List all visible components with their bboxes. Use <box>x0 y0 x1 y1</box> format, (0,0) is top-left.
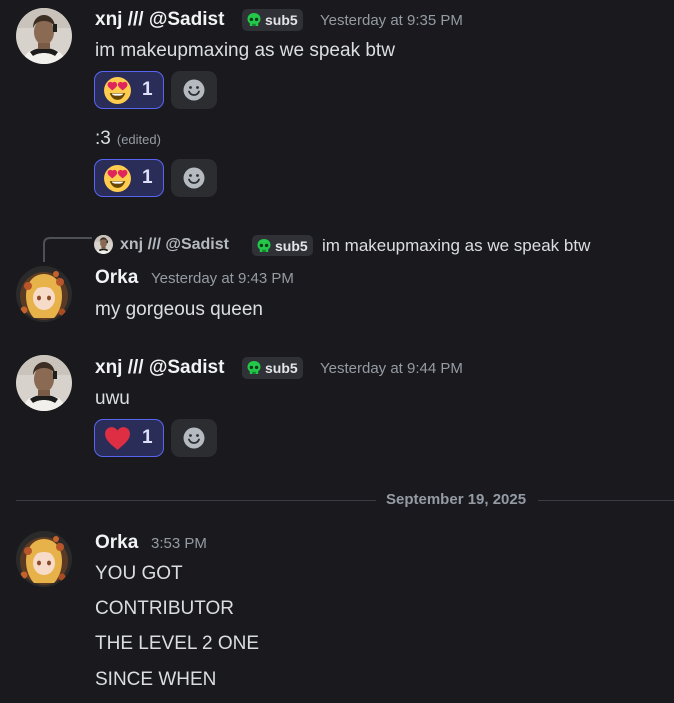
smile-icon <box>182 78 206 102</box>
smile-icon <box>182 166 206 190</box>
reaction-heart-eyes[interactable]: 1 <box>94 71 164 109</box>
server-tag[interactable]: sub5 <box>242 357 303 379</box>
reaction-count: 1 <box>142 79 153 100</box>
message-text: CONTRIBUTOR <box>95 598 234 619</box>
reply-preview-text[interactable]: im makeupmaxing as we speak btw <box>322 236 590 256</box>
server-tag-label: sub5 <box>275 237 308 254</box>
avatar[interactable] <box>16 531 72 587</box>
red-heart-emoji-icon <box>103 424 132 453</box>
message-text: my gorgeous queen <box>95 299 263 320</box>
server-tag-label: sub5 <box>265 12 298 28</box>
reply-server-tag[interactable]: sub5 <box>252 235 313 256</box>
reaction-red-heart[interactable]: 1 <box>94 419 164 457</box>
timestamp[interactable]: 3:53 PM <box>151 535 207 552</box>
heart-eyes-emoji-icon <box>103 164 132 193</box>
reply-author[interactable]: xnj /// @Sadist <box>120 236 229 254</box>
server-tag[interactable]: sub5 <box>242 9 303 31</box>
skull-icon <box>256 238 272 254</box>
reply-connector <box>43 237 92 262</box>
message-text: im makeupmaxing as we speak btw <box>95 40 395 61</box>
add-reaction-button[interactable] <box>171 419 217 457</box>
message-text: uwu <box>95 388 130 409</box>
reaction-heart-eyes[interactable]: 1 <box>94 159 164 197</box>
divider-line <box>538 500 674 501</box>
username[interactable]: xnj /// @Sadist <box>95 9 224 31</box>
divider-line <box>16 500 376 501</box>
reply-avatar[interactable] <box>94 235 113 254</box>
smile-icon <box>182 426 206 450</box>
skull-icon <box>246 12 262 28</box>
message-text: :3 <box>95 128 111 149</box>
message-line: :3 (edited) <box>95 128 161 150</box>
skull-icon <box>246 360 262 376</box>
add-reaction-button[interactable] <box>171 71 217 109</box>
server-tag-label: sub5 <box>265 360 298 376</box>
timestamp[interactable]: Yesterday at 9:44 PM <box>320 360 463 377</box>
edited-label: (edited) <box>116 132 161 147</box>
reaction-count: 1 <box>142 167 153 188</box>
username[interactable]: Orka <box>95 532 138 554</box>
timestamp[interactable]: Yesterday at 9:35 PM <box>320 12 463 29</box>
timestamp[interactable]: Yesterday at 9:43 PM <box>151 270 294 287</box>
add-reaction-button[interactable] <box>171 159 217 197</box>
message-text: THE LEVEL 2 ONE <box>95 633 260 654</box>
reaction-count: 1 <box>142 427 153 448</box>
message-text: SINCE WHEN <box>95 669 217 690</box>
avatar[interactable] <box>16 355 72 411</box>
heart-eyes-emoji-icon <box>103 76 132 105</box>
date-divider: September 19, 2025 <box>386 491 527 508</box>
username[interactable]: Orka <box>95 267 138 289</box>
username[interactable]: xnj /// @Sadist <box>95 357 224 379</box>
avatar[interactable] <box>16 8 72 64</box>
message-text: YOU GOT <box>95 563 183 584</box>
avatar[interactable] <box>16 266 72 322</box>
